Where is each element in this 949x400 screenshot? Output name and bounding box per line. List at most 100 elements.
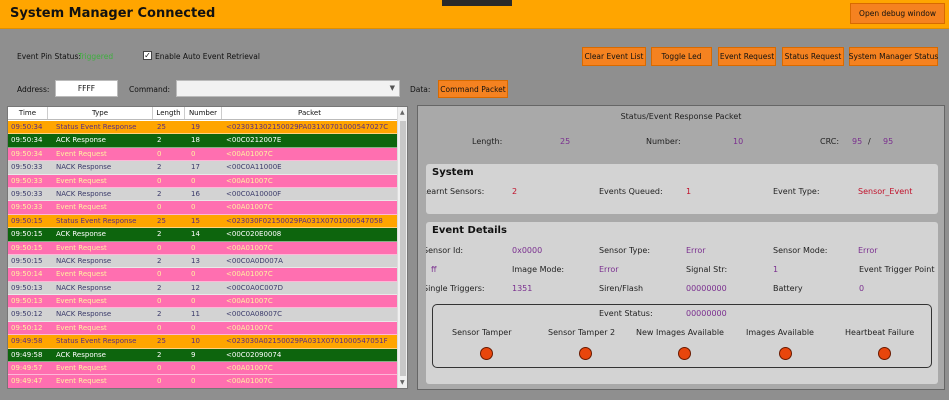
command-packet-button[interactable]: Command Packet [438,80,508,98]
table-row[interactable]: 09:50:13 NACK Response 2 12 <00C0A0C007D [8,281,398,296]
system-title: System [432,167,474,178]
cell-num: 16 [191,189,200,198]
cell-time: 09:50:15 [11,216,43,225]
cell-len: 25 [157,123,166,131]
cell-pkt: <00A01007C [226,176,273,185]
cell-num: 0 [191,243,196,252]
cell-len: 2 [157,163,162,172]
cell-type: Status Event Response [56,337,137,346]
crc-separator: / [868,137,871,146]
scroll-up-icon[interactable]: ▲ [400,109,405,116]
cell-pkt: <00A01007C [226,203,273,212]
table-row[interactable]: 09:50:13 Event Request 0 0 <00A01007C [8,295,398,309]
sensor-tamper-indicator [480,347,493,360]
cell-num: 17 [191,163,200,172]
event-trigger-point-label: Event Trigger Point [859,265,935,274]
command-select[interactable]: ▼ [176,80,400,97]
column-header-time[interactable]: Time [8,107,48,119]
table-row[interactable]: 09:50:15 NACK Response 2 13 <00C0A0D007A [8,254,398,269]
column-header-length[interactable]: Length [153,107,185,119]
table-row[interactable]: 09:49:57 Event Request 0 0 <00A01007C [8,362,398,376]
cell-time: 09:50:15 [11,256,43,265]
table-row[interactable]: 09:50:34 Event Request 0 0 <00A01007C [8,147,398,162]
cell-type: NACK Response [56,163,112,172]
cell-type: NACK Response [56,256,112,265]
column-header-packet[interactable]: Packet [222,107,398,119]
indicator-heartbeat-failure-label: Heartbeat Failure [845,328,915,337]
table-scrollbar[interactable]: ▲ ▼ [397,107,407,388]
address-label: Address: [17,85,50,94]
table-row[interactable]: 09:50:33 Event Request 0 0 <00A01007C [8,201,398,215]
cell-time: 09:49:58 [11,337,43,346]
battery-value: 0 [859,284,865,293]
event-type-label: Event Type: [773,187,820,196]
cell-num: 9 [191,350,196,359]
column-header-type[interactable]: Type [48,107,153,119]
open-debug-window-button[interactable]: Open debug window [850,3,945,24]
table-row[interactable]: 09:50:12 NACK Response 2 11 <00C0A08007C [8,308,398,322]
event-request-button[interactable]: Event Request [718,47,776,66]
table-row[interactable]: 09:49:47 Event Request 0 0 <00A01007C [8,375,398,388]
cell-len: 2 [157,283,162,292]
table-row[interactable]: 09:50:33 Event Request 0 0 <00A01007C [8,174,398,188]
cell-type: ACK Response [56,230,106,239]
cell-type: Event Request [56,377,107,386]
cell-num: 0 [191,323,196,332]
cell-len: 2 [157,350,162,359]
table-row[interactable]: 09:50:33 NACK Response 2 17 <00C0A11000E [8,161,398,175]
table-row[interactable]: 09:50:15 ACK Response 2 14 <00C020E0008 [8,228,398,242]
table-row[interactable]: 09:50:34 ACK Response 2 18 <00C0212007E [8,134,398,148]
table-row[interactable]: 09:49:58 ACK Response 2 9 <00C02090074 [8,348,398,363]
event-details-box: Event Details Sensor Id: 0x0000 Sensor T… [426,222,938,384]
auto-retrieval-checkbox[interactable]: ✓ [143,51,152,60]
cell-type: Event Request [56,323,107,332]
data-label: Data: [410,85,431,94]
cell-pkt: <00C0A0C007D [226,283,283,292]
length-value: 25 [560,137,571,146]
cell-time: 09:50:13 [11,283,43,292]
cell-pkt: <023030A02150029PA031X0701000547051F [226,337,388,346]
cell-num: 0 [191,270,196,279]
cell-type: Event Request [56,176,107,185]
table-row[interactable]: 09:49:58 Status Event Response 25 10 <023030… [8,335,398,349]
siren-flash-value: 00000000 [686,284,727,293]
clear-event-list-button[interactable]: Clear Event List [582,47,646,66]
cell-pkt: <00C0A0D007A [226,256,283,265]
cell-time: 09:50:15 [11,230,43,239]
title-bar: System Manager Connected Open debug wind… [0,0,949,29]
cell-time: 09:50:12 [11,310,43,319]
sensor-type-value: Error [686,246,706,255]
table-row[interactable]: 09:50:12 Event Request 0 0 <00A01007C [8,321,398,336]
table-row[interactable]: 09:50:15 Status Event Response 25 15 <023030… [8,214,398,229]
cell-num: 0 [191,149,196,158]
status-request-button[interactable]: Status Request [782,47,844,66]
column-header-number[interactable]: Number [185,107,222,119]
signal-strength-value: 1 [773,265,779,274]
cell-len: 2 [157,136,162,145]
cell-time: 09:50:33 [11,203,43,212]
scroll-down-icon[interactable]: ▼ [400,379,405,386]
images-available-indicator [779,347,792,360]
table-row[interactable]: 09:50:14 Event Request 0 0 <00A01007C [8,268,398,282]
toggle-led-button[interactable]: Toggle Led [651,47,712,66]
number-value: 10 [733,137,744,146]
system-manager-status-button[interactable]: System Manager Status [849,47,938,66]
table-row[interactable]: 09:50:34 Status Event Response 25 19 <023031… [8,121,398,135]
cell-type: Event Request [56,364,107,373]
cell-num: 18 [191,136,200,145]
cell-time: 09:50:15 [11,243,43,252]
sensor-tamper-2-indicator [579,347,592,360]
table-row[interactable]: 09:50:15 Event Request 0 0 <00A01007C [8,241,398,255]
event-pin-status-label: Event Pin Status: [17,52,81,61]
cell-num: 11 [191,310,200,319]
single-triggers-value: 1351 [512,284,533,293]
cell-type: Event Request [56,270,107,279]
crc-value-a: 95 [852,137,863,146]
table-row[interactable]: 09:50:33 NACK Response 2 16 <00C0A10000F [8,187,398,202]
learnt-sensors-label: Learnt Sensors: [426,187,485,196]
address-input[interactable]: FFFF [55,80,118,97]
cell-len: 2 [157,256,162,265]
scrollbar-thumb[interactable] [400,121,406,376]
event-status-box: Event Status: 00000000 Sensor Tamper Sen… [432,304,932,368]
cell-type: ACK Response [56,136,106,145]
